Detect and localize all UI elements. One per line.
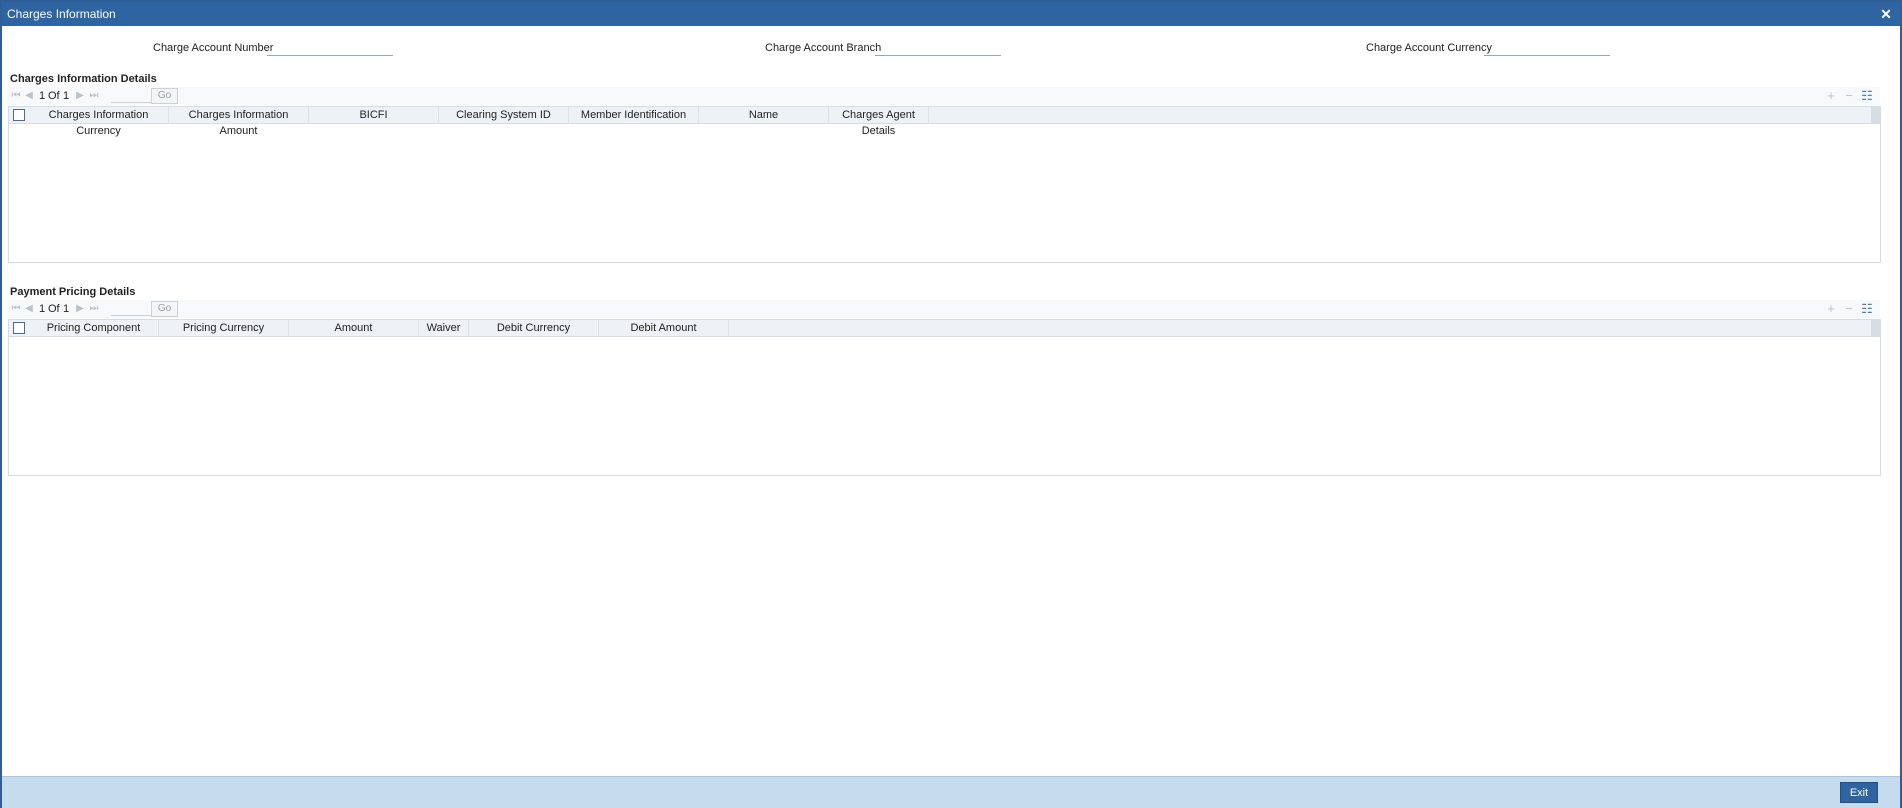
next-page-icon[interactable]: ▶ xyxy=(74,303,86,315)
last-page-icon[interactable]: ⏭ xyxy=(88,90,100,102)
charges-grid: Charges Information Currency Charges Inf… xyxy=(8,106,1881,263)
charges-grid-header: Charges Information Currency Charges Inf… xyxy=(9,107,1871,137)
pricing-pager: ⏮ ◀ 1 Of 1 ▶ ⏭ Go + − ☷ xyxy=(8,300,1880,318)
pricing-grid-header: Pricing Component Pricing Currency Amoun… xyxy=(9,320,1871,337)
select-all-checkbox[interactable] xyxy=(13,109,25,121)
page-number-input[interactable] xyxy=(111,303,151,316)
delete-row-icon[interactable]: − xyxy=(1842,89,1856,103)
column-header[interactable]: Pricing Component xyxy=(29,320,159,336)
pricing-grid: Pricing Component Pricing Currency Amoun… xyxy=(8,319,1881,476)
column-header[interactable]: Debit Currency xyxy=(469,320,599,336)
charge-account-currency-input[interactable] xyxy=(1484,40,1610,56)
window-title: Charges Information xyxy=(7,7,116,21)
column-header[interactable]: Debit Amount xyxy=(599,320,729,336)
column-header[interactable]: Pricing Currency xyxy=(159,320,289,336)
last-page-icon[interactable]: ⏭ xyxy=(88,303,100,315)
pager-current: 1 xyxy=(39,303,46,315)
column-header[interactable]: BICFI xyxy=(309,107,439,123)
footer-bar: Exit xyxy=(2,776,1900,808)
pricing-section-title: Payment Pricing Details xyxy=(10,286,136,298)
column-header[interactable]: Charges Information Amount xyxy=(169,107,309,137)
prev-page-icon[interactable]: ◀ xyxy=(23,303,35,315)
column-header[interactable]: Charges Agent Details xyxy=(829,107,929,137)
charge-account-branch-input[interactable] xyxy=(875,40,1001,56)
title-bar: Charges Information ✕ xyxy=(2,2,1900,26)
pager-of-label: Of xyxy=(48,303,60,315)
pager-total: 1 xyxy=(63,303,70,315)
next-page-icon[interactable]: ▶ xyxy=(74,90,86,102)
first-page-icon[interactable]: ⏮ xyxy=(10,90,22,102)
charges-section-title: Charges Information Details xyxy=(10,73,157,85)
pager-total: 1 xyxy=(63,90,70,102)
column-header[interactable]: Charges Information Currency xyxy=(29,107,169,137)
column-header[interactable]: Name xyxy=(699,107,829,123)
delete-row-icon[interactable]: − xyxy=(1842,302,1856,316)
single-view-icon[interactable]: ☷ xyxy=(1860,302,1874,316)
charges-pager: ⏮ ◀ 1 Of 1 ▶ ⏭ Go + − ☷ xyxy=(8,87,1880,105)
add-row-icon[interactable]: + xyxy=(1824,89,1838,103)
go-button[interactable]: Go xyxy=(151,88,178,104)
charge-account-branch-label: Charge Account Branch xyxy=(765,42,882,54)
charge-account-number-input[interactable] xyxy=(267,40,393,56)
column-header[interactable]: Waiver xyxy=(419,320,469,336)
charge-account-currency-label: Charge Account Currency xyxy=(1366,42,1492,54)
column-header[interactable]: Member Identification xyxy=(569,107,699,123)
prev-page-icon[interactable]: ◀ xyxy=(23,90,35,102)
single-view-icon[interactable]: ☷ xyxy=(1860,89,1874,103)
vertical-scrollbar[interactable] xyxy=(1871,320,1880,337)
close-icon[interactable]: ✕ xyxy=(1878,6,1894,22)
column-header[interactable]: Clearing System ID xyxy=(439,107,569,123)
add-row-icon[interactable]: + xyxy=(1824,302,1838,316)
select-all-checkbox[interactable] xyxy=(13,322,25,334)
pager-current: 1 xyxy=(39,90,46,102)
go-button[interactable]: Go xyxy=(151,301,178,317)
pager-of-label: Of xyxy=(48,90,60,102)
charge-account-number-label: Charge Account Number xyxy=(153,42,274,54)
charges-information-window: Charges Information ✕ Charge Account Num… xyxy=(0,0,1902,808)
page-number-input[interactable] xyxy=(111,90,151,103)
exit-button[interactable]: Exit xyxy=(1840,782,1878,803)
column-header[interactable]: Amount xyxy=(289,320,419,336)
first-page-icon[interactable]: ⏮ xyxy=(10,303,22,315)
vertical-scrollbar[interactable] xyxy=(1871,107,1880,124)
